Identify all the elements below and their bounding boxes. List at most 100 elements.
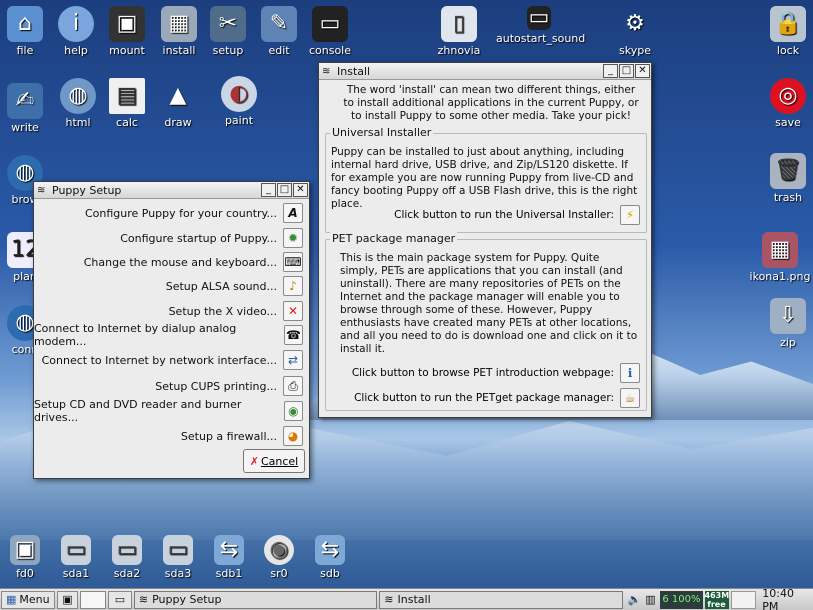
package-box-icon: ▦: [161, 6, 197, 42]
universal-installer-frame: Universal Installer Puppy can be install…: [325, 126, 647, 233]
menu-button[interactable]: ▦ Menu: [1, 590, 55, 609]
zip-icon: ⇩: [770, 298, 806, 334]
setup-row-cups: Setup CUPS printing... ⎙: [155, 375, 303, 397]
drive-icon: ▭: [61, 535, 91, 565]
workspace-1[interactable]: [80, 590, 107, 609]
setup-titlebar[interactable]: ≋ Puppy Setup _ □ ✕: [34, 182, 309, 199]
puppy-logo-icon: ▦: [6, 593, 17, 606]
trash-icon: 🗑: [770, 153, 806, 189]
gear-icon: ⚙: [625, 11, 645, 36]
country-settings-button[interactable]: A: [283, 203, 303, 223]
cd-dvd-button[interactable]: ◉: [283, 401, 303, 421]
terminal-icon: ▭: [312, 6, 348, 42]
workspace-2[interactable]: ▭: [108, 590, 132, 609]
spreadsheet-icon: ▤: [109, 78, 145, 114]
desktop-icon-draw[interactable]: ▲ draw: [147, 78, 209, 129]
desktop-icon-paint[interactable]: ◐ paint: [208, 76, 270, 127]
mouse-keyboard-button[interactable]: ⌨: [283, 252, 303, 272]
speaker-icon[interactable]: 🔈: [627, 593, 643, 606]
cd-icon: ◉: [264, 535, 294, 565]
puppy-setup-window: ≋ Puppy Setup _ □ ✕ Configure Puppy for …: [33, 181, 310, 479]
install-titlebar[interactable]: ≋ Install _ □ ✕: [319, 63, 651, 80]
setup-row-country: Configure Puppy for your country... A: [85, 202, 303, 224]
image-icon: ▦: [762, 232, 798, 268]
setup-row-xvideo: Setup the X video... ✕: [169, 300, 303, 322]
network-tray-icon[interactable]: ▥: [643, 593, 659, 606]
desktop-icon-zip[interactable]: ⇩ zip: [757, 298, 813, 349]
setup-row-alsa: Setup ALSA sound... ♪: [166, 275, 303, 297]
drive-icon: ▭: [163, 535, 193, 565]
run-petget-button[interactable]: ☕: [620, 388, 640, 408]
window-menu-icon[interactable]: ≋: [37, 185, 48, 196]
task-install[interactable]: ≋ Install: [379, 590, 623, 609]
clock[interactable]: 10:40 PM: [762, 587, 813, 610]
floppy-icon: ▣: [10, 535, 40, 565]
pet-manager-text: This is the main package system for Pupp…: [340, 252, 638, 355]
setup-row-network: Connect to Internet by network interface…: [42, 349, 303, 371]
terminal-icon: ▭: [527, 5, 551, 30]
minimize-button[interactable]: _: [261, 183, 276, 197]
universal-installer-row: Click button to run the Universal Instal…: [394, 204, 640, 226]
desktop-icon-ikona1[interactable]: ▦ ikona1.png: [748, 232, 812, 283]
writer-icon: ✍: [7, 83, 43, 119]
task-puppy-setup[interactable]: ≋ Puppy Setup: [133, 590, 378, 609]
desktop-icon-save[interactable]: ◎ save: [757, 78, 813, 129]
monitor-icon: ▣: [109, 6, 145, 42]
desktop-icon-trash[interactable]: 🗑 trash: [757, 153, 813, 204]
run-universal-installer-button[interactable]: ⚡: [620, 205, 640, 225]
install-intro: The word 'install' can mean two differen…: [343, 84, 639, 122]
memory-free-indicator: 463M free: [704, 590, 730, 609]
firewall-button[interactable]: ◕: [283, 426, 303, 446]
window-menu-icon: ≋: [384, 593, 394, 606]
cancel-button[interactable]: ✗ Cancel: [243, 449, 305, 473]
palette-icon: ◐: [221, 76, 257, 112]
pen-icon: ✎: [261, 6, 297, 42]
startup-settings-button[interactable]: ✹: [283, 228, 303, 248]
save-target-icon: ◎: [770, 78, 806, 114]
padlock-icon: 🔒: [770, 6, 806, 42]
taskbar: ▦ Menu ▣ ▭ ≋ Puppy Setup ≋ Install 🔈 ▥ 6…: [0, 587, 813, 610]
universal-installer-heading: Universal Installer: [330, 126, 434, 139]
desktop-icon-sdb[interactable]: ⇆ sdb: [299, 535, 361, 580]
pet-run-row: Click button to run the PETget package m…: [354, 387, 640, 409]
pet-manager-heading: PET package manager: [330, 232, 458, 245]
setup-row-mouse-keyboard: Change the mouse and keyboard... ⌨: [84, 251, 303, 273]
pet-browse-row: Click button to browse PET introduction …: [352, 362, 640, 384]
minimize-button[interactable]: _: [603, 64, 618, 78]
cups-printing-button[interactable]: ⎙: [283, 376, 303, 396]
close-button[interactable]: ✕: [635, 64, 650, 78]
desktop-icon-lock[interactable]: 🔒 lock: [757, 6, 813, 57]
alsa-sound-button[interactable]: ♪: [283, 276, 303, 296]
cancel-x-icon: ✗: [249, 454, 259, 468]
desktop-icon-skype[interactable]: ⚙ skype: [604, 6, 666, 57]
shapes-icon: ▲: [169, 83, 187, 108]
dialup-modem-button[interactable]: ☎: [283, 325, 303, 345]
tools-icon: ✂: [210, 6, 246, 42]
network-interface-button[interactable]: ⇄: [283, 350, 303, 370]
desktop-icon-zhnovia[interactable]: ▯ zhnovia: [428, 6, 490, 57]
close-button[interactable]: ✕: [293, 183, 308, 197]
pet-manager-frame: PET package manager This is the main pac…: [325, 232, 647, 411]
cpu-monitor: 6 100%: [660, 590, 703, 609]
home-folder-icon: ⌂: [7, 6, 43, 42]
maximize-button[interactable]: □: [619, 64, 634, 78]
setup-row-cd-dvd: Setup CD and DVD reader and burner drive…: [34, 398, 303, 424]
setup-row-dialup: Connect to Internet by dialup analog mod…: [34, 322, 303, 348]
drive-icon: ▭: [112, 535, 142, 565]
desktop-icon-console[interactable]: ▭ console: [299, 6, 361, 57]
browse-pet-webpage-button[interactable]: ℹ: [620, 363, 640, 383]
globe-icon: ◍: [60, 78, 96, 114]
info-icon: i: [58, 6, 94, 42]
usb-icon: ⇆: [214, 535, 244, 565]
window-menu-icon[interactable]: ≋: [322, 66, 333, 77]
maximize-button[interactable]: □: [277, 183, 292, 197]
window-menu-icon: ≋: [138, 593, 149, 606]
install-window: ≋ Install _ □ ✕ The word 'install' can m…: [318, 62, 652, 418]
show-desktop-icon[interactable]: ▣: [56, 590, 79, 609]
setup-row-firewall: Setup a firewall... ◕: [181, 425, 303, 447]
x-video-button[interactable]: ✕: [283, 301, 303, 321]
document-icon: ▯: [441, 6, 477, 42]
universal-installer-text: Puppy can be installed to just about any…: [331, 146, 638, 210]
setup-row-startup: Configure startup of Puppy... ✹: [120, 227, 303, 249]
desktop-icon-autostart-sound[interactable]: ▭ autostart_sound: [496, 5, 585, 46]
